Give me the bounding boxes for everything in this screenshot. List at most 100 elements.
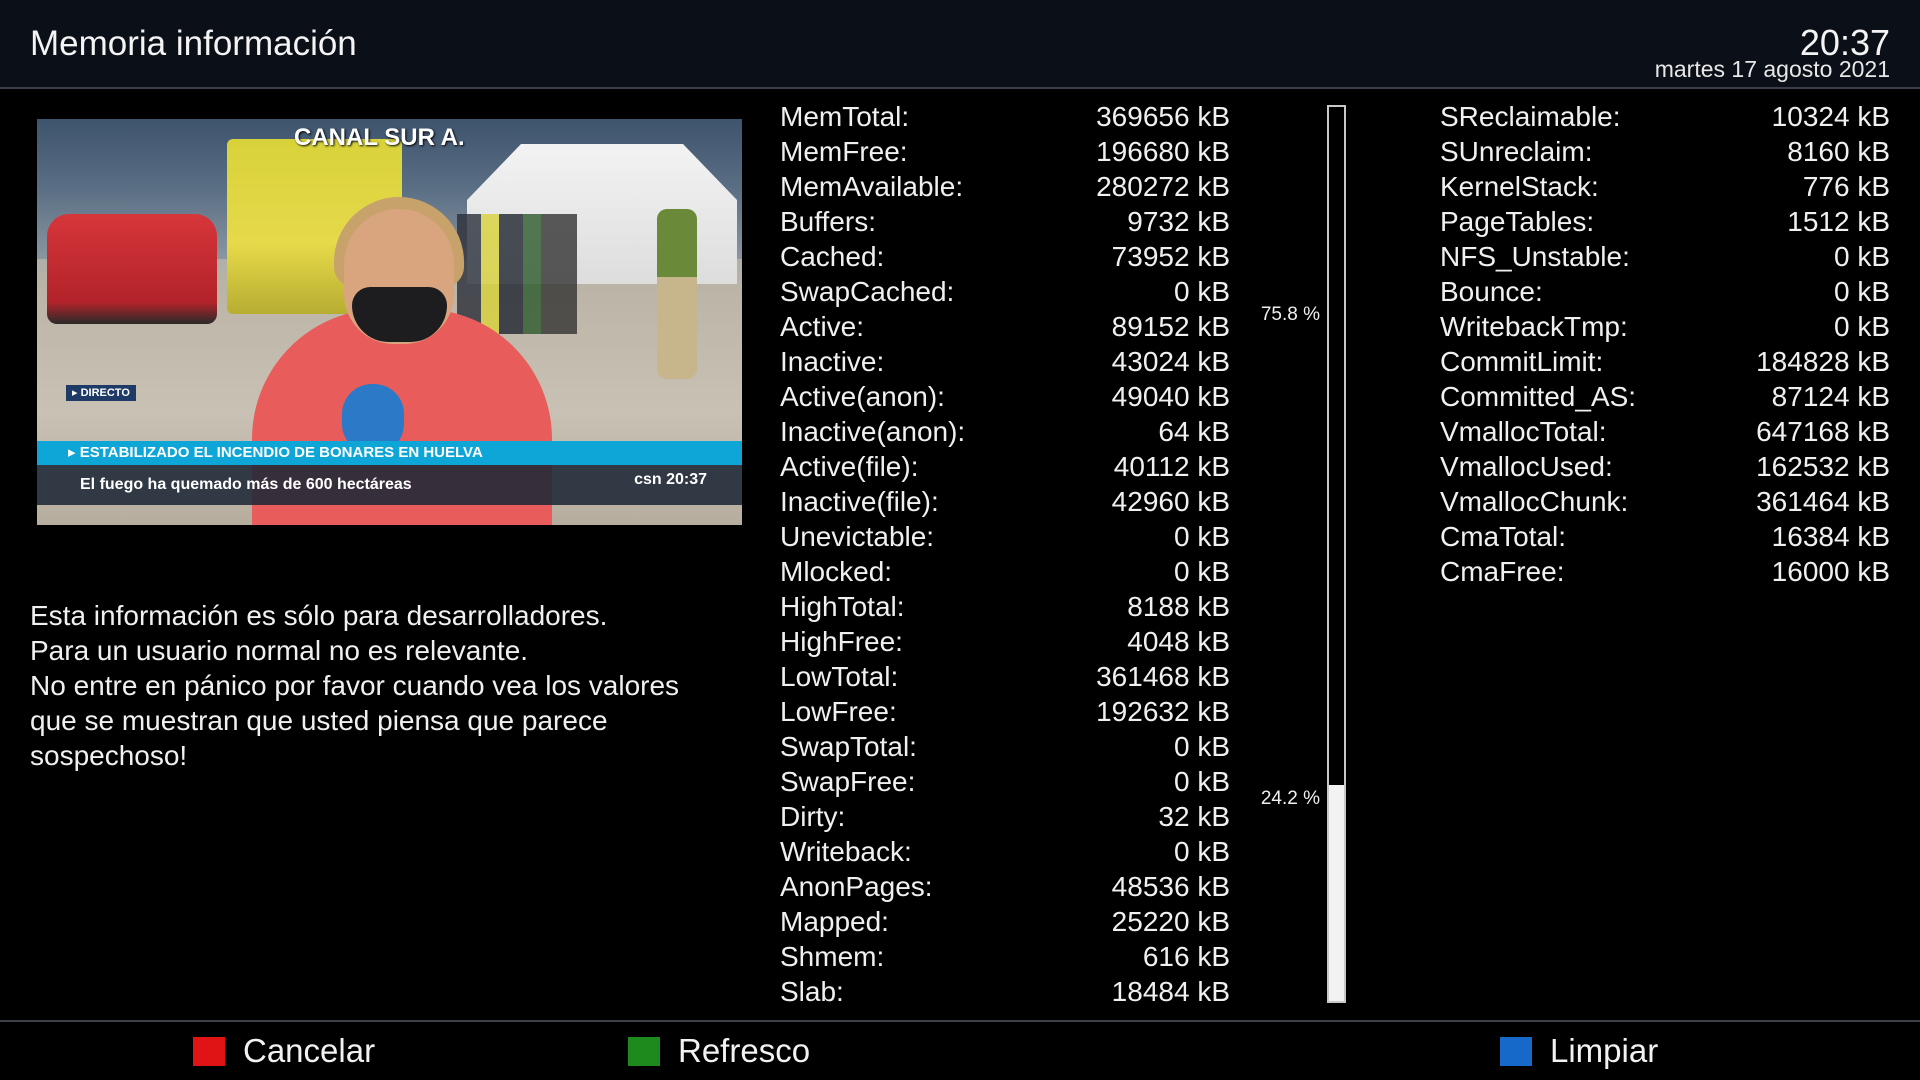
meminfo-key: LowFree: bbox=[780, 696, 897, 727]
meminfo-key: Dirty: bbox=[780, 801, 846, 832]
notice-line: que se muestran que usted piensa que par… bbox=[30, 705, 608, 736]
meminfo-key: MemTotal: bbox=[780, 101, 910, 132]
meminfo-key: MemAvailable: bbox=[780, 171, 964, 202]
meminfo-key: Active: bbox=[780, 311, 865, 342]
meminfo-key: WritebackTmp: bbox=[1440, 311, 1628, 342]
meminfo-key: Committed_AS: bbox=[1440, 381, 1637, 412]
footer-bar: Cancelar Refresco Limpiar bbox=[0, 1022, 1920, 1080]
meminfo-value: 369656 kB bbox=[1096, 101, 1230, 132]
video-people bbox=[457, 214, 577, 334]
meminfo-value: 280272 kB bbox=[1096, 171, 1230, 202]
clock-date: martes 17 agosto 2021 bbox=[1654, 56, 1890, 82]
meminfo-row: Committed_AS: 87124 kB bbox=[1440, 379, 1890, 414]
meminfo-key: Buffers: bbox=[780, 206, 876, 237]
meminfo-row: Buffers: 9732 kB bbox=[780, 204, 1230, 239]
meminfo-value: 192632 kB bbox=[1096, 696, 1230, 727]
memory-usage-bar bbox=[1327, 105, 1346, 1003]
notice-line: No entre en pánico por favor cuando vea … bbox=[30, 670, 680, 701]
meminfo-key: HighTotal: bbox=[780, 591, 905, 622]
meminfo-key: NFS_Unstable: bbox=[1440, 241, 1630, 272]
meminfo-value: 89152 kB bbox=[1111, 311, 1230, 342]
meminfo-value: 0 kB bbox=[1833, 311, 1890, 342]
meminfo-row: CmaTotal: 16384 kB bbox=[1440, 519, 1890, 554]
meminfo-row: HighTotal: 8188 kB bbox=[780, 589, 1230, 624]
meminfo-row: PageTables: 1512 kB bbox=[1440, 204, 1890, 239]
meminfo-row: SUnreclaim: 8160 kB bbox=[1440, 134, 1890, 169]
page-title: Memoria información bbox=[30, 24, 357, 63]
meminfo-key: CmaTotal: bbox=[1440, 521, 1567, 552]
meminfo-key: KernelStack: bbox=[1440, 171, 1599, 202]
refresh-button[interactable]: Refresco bbox=[628, 1022, 810, 1080]
meminfo-value: 4048 kB bbox=[1127, 626, 1230, 657]
meminfo-value: 32 kB bbox=[1158, 801, 1230, 832]
cancel-button[interactable]: Cancelar bbox=[193, 1022, 375, 1080]
meminfo-key: SwapFree: bbox=[780, 766, 916, 797]
cancel-label: Cancelar bbox=[243, 1032, 376, 1069]
video-car bbox=[47, 214, 217, 324]
notice-line: Para un usuario normal no es relevante. bbox=[30, 635, 529, 666]
meminfo-value: 647168 kB bbox=[1756, 416, 1890, 447]
meminfo-row: Writeback: 0 kB bbox=[780, 834, 1230, 869]
header-bar: Memoria información 20:37 martes 17 agos… bbox=[0, 0, 1920, 89]
meminfo-key: SUnreclaim: bbox=[1440, 136, 1593, 167]
news-subline: El fuego ha quemado más de 600 hectáreas bbox=[80, 476, 412, 493]
clear-label: Limpiar bbox=[1550, 1032, 1659, 1069]
meminfo-row: MemFree: 196680 kB bbox=[780, 134, 1230, 169]
meminfo-value: 0 kB bbox=[1173, 276, 1230, 307]
meminfo-value: 776 kB bbox=[1802, 171, 1890, 202]
meminfo-key: HighFree: bbox=[780, 626, 903, 657]
meminfo-value: 87124 kB bbox=[1771, 381, 1890, 412]
meminfo-value: 25220 kB bbox=[1111, 906, 1230, 937]
meminfo-list-right: SReclaimable: 10324 kB SUnreclaim: 8160 kB K… bbox=[1440, 99, 1890, 589]
meminfo-value: 40112 kB bbox=[1113, 451, 1230, 482]
meminfo-key: Writeback: bbox=[780, 836, 912, 867]
meminfo-key: LowTotal: bbox=[780, 661, 899, 692]
meminfo-value: 64 kB bbox=[1158, 416, 1230, 447]
meminfo-key: Shmem: bbox=[780, 941, 885, 972]
blue-key-icon bbox=[1500, 1036, 1532, 1066]
meminfo-value: 43024 kB bbox=[1111, 346, 1230, 377]
news-headline-bar: ▸ ESTABILIZADO EL INCENDIO DE BONARES EN… bbox=[37, 441, 742, 465]
meminfo-row: Mapped: 25220 kB bbox=[780, 904, 1230, 939]
meminfo-row: WritebackTmp: 0 kB bbox=[1440, 309, 1890, 344]
meminfo-key: Mlocked: bbox=[780, 556, 893, 587]
meminfo-row: NFS_Unstable: 0 kB bbox=[1440, 239, 1890, 274]
green-key-icon bbox=[628, 1036, 660, 1066]
channel-watermark: CANAL SUR A. bbox=[294, 124, 465, 151]
meminfo-key: Active(file): bbox=[780, 451, 919, 482]
meminfo-value: 616 kB bbox=[1142, 941, 1230, 972]
meminfo-row: SwapFree: 0 kB bbox=[780, 764, 1230, 799]
meminfo-row: LowFree: 192632 kB bbox=[780, 694, 1230, 729]
meminfo-key: PageTables: bbox=[1440, 206, 1595, 237]
clear-button[interactable]: Limpiar bbox=[1500, 1022, 1658, 1080]
meminfo-row: Active(file): 40112 kB bbox=[780, 449, 1230, 484]
meminfo-list-left: MemTotal: 369656 kB MemFree: 196680 kB MemAv… bbox=[780, 99, 1230, 1009]
meminfo-row: Cached: 73952 kB bbox=[780, 239, 1230, 274]
meminfo-row: Active: 89152 kB bbox=[780, 309, 1230, 344]
meminfo-key: VmallocTotal: bbox=[1440, 416, 1607, 447]
meminfo-row: CommitLimit: 184828 kB bbox=[1440, 344, 1890, 379]
meminfo-key: Inactive(anon): bbox=[780, 416, 966, 447]
tv-preview: CANAL SUR A. ▸ DIRECTO ▸ ESTABILIZADO EL… bbox=[37, 119, 742, 525]
memory-usage-fill bbox=[1329, 784, 1344, 1001]
meminfo-value: 361464 kB bbox=[1756, 486, 1890, 517]
notice-line: sospechoso! bbox=[30, 740, 188, 771]
meminfo-key: Mapped: bbox=[780, 906, 889, 937]
meminfo-key: Inactive: bbox=[780, 346, 885, 377]
broadcaster-logo: csn 20:37 bbox=[634, 471, 707, 488]
meminfo-key: CmaFree: bbox=[1440, 556, 1565, 587]
video-reporter-mask bbox=[352, 287, 447, 342]
meminfo-value: 48536 kB bbox=[1111, 871, 1230, 902]
meminfo-value: 8188 kB bbox=[1127, 591, 1230, 622]
meminfo-row: SwapTotal: 0 kB bbox=[780, 729, 1230, 764]
meminfo-row: Dirty: 32 kB bbox=[780, 799, 1230, 834]
meminfo-value: 42960 kB bbox=[1111, 486, 1230, 517]
meminfo-row: Inactive(anon): 64 kB bbox=[780, 414, 1230, 449]
meminfo-key: Cached: bbox=[780, 241, 885, 272]
meminfo-value: 0 kB bbox=[1173, 556, 1230, 587]
meminfo-row: LowTotal: 361468 kB bbox=[780, 659, 1230, 694]
meminfo-row: MemAvailable: 280272 kB bbox=[780, 169, 1230, 204]
meminfo-value: 9732 kB bbox=[1127, 206, 1230, 237]
meminfo-key: Unevictable: bbox=[780, 521, 935, 552]
meminfo-value: 16000 kB bbox=[1771, 556, 1890, 587]
